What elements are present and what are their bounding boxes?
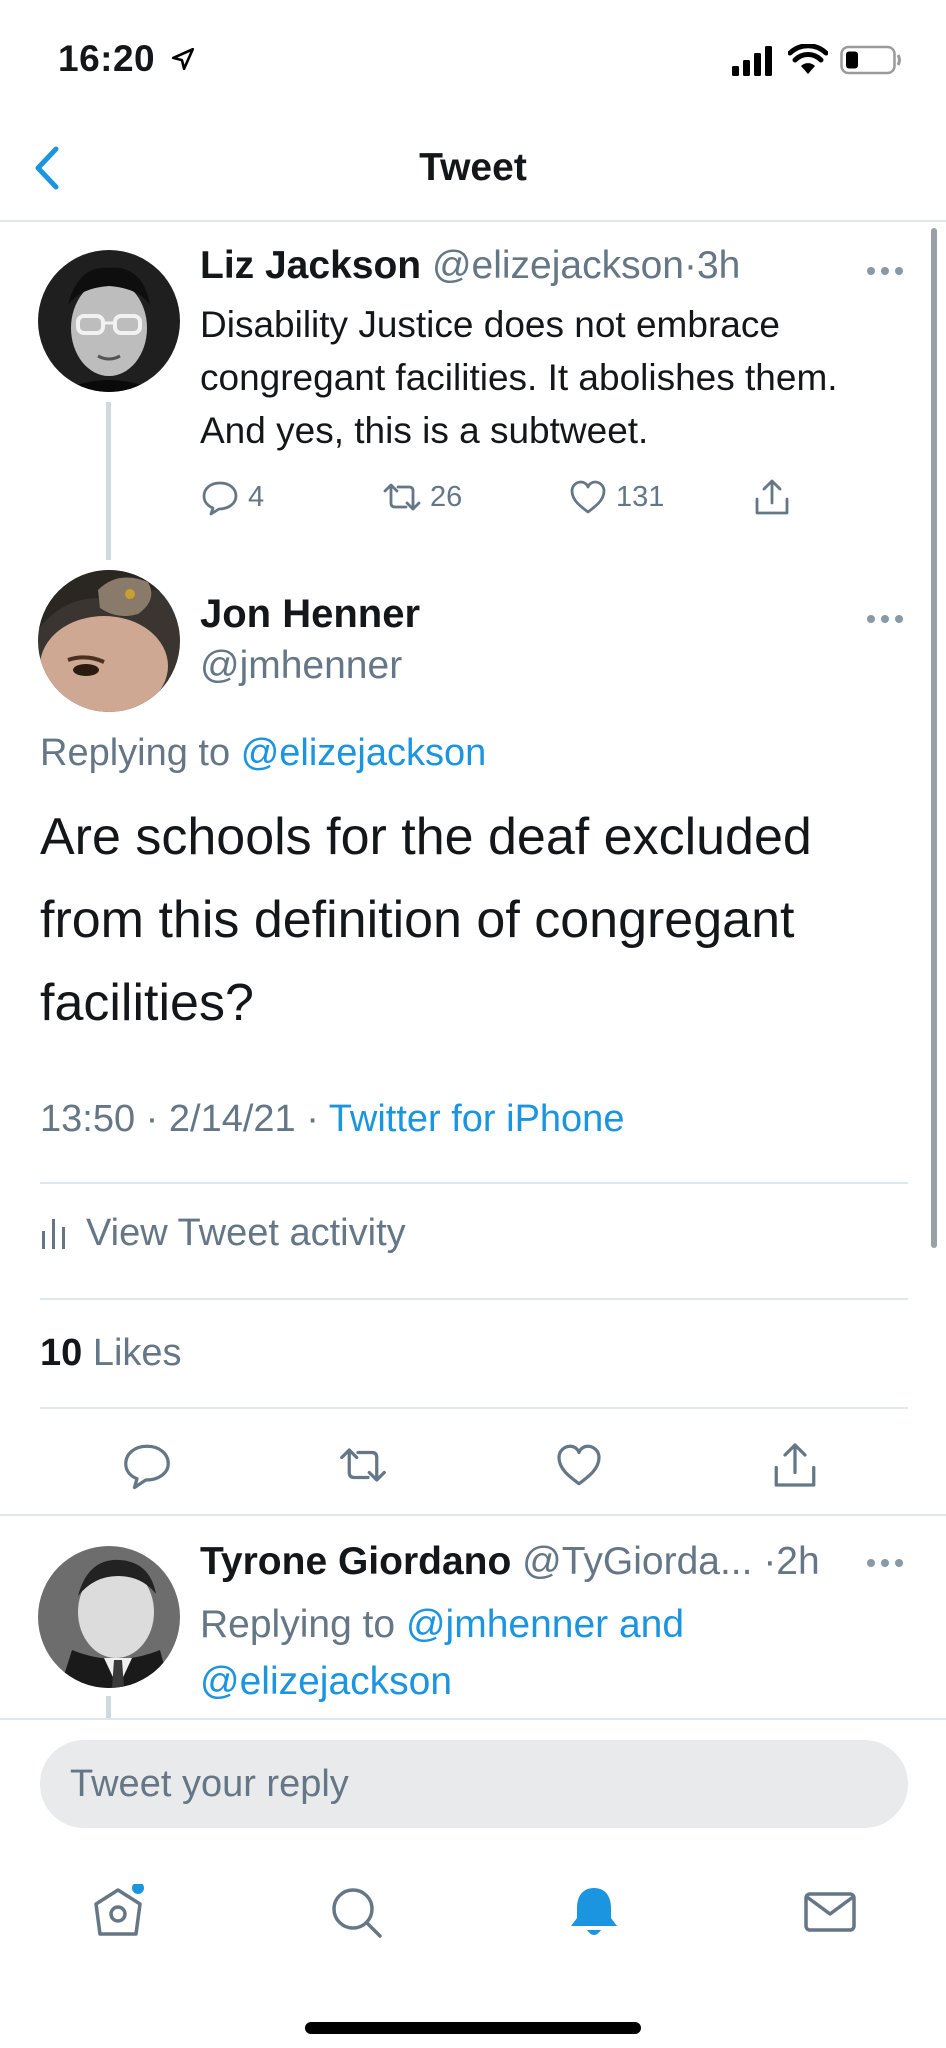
- likes-label: Likes: [92, 1332, 182, 1374]
- likes-summary[interactable]: 10 Likes: [40, 1332, 182, 1375]
- scroll-indicator[interactable]: [931, 228, 937, 1248]
- tweet-time: 3h: [696, 244, 741, 287]
- reply-icon: [202, 481, 238, 516]
- messages-icon[interactable]: [802, 1884, 858, 1940]
- divider: [40, 1407, 908, 1409]
- replying-to-link[interactable]: @elizejackson: [241, 732, 487, 774]
- divider: [40, 1298, 908, 1300]
- share-icon: [755, 479, 789, 515]
- thread-line: [106, 402, 111, 560]
- divider: [0, 1514, 946, 1516]
- more-options-icon[interactable]: [866, 612, 904, 626]
- share-button[interactable]: [752, 475, 800, 519]
- share-icon[interactable]: [770, 1440, 820, 1490]
- tweet-meta: 13:50 · 2/14/21 · Twitter for iPhone: [40, 1098, 624, 1141]
- home-icon[interactable]: [90, 1884, 146, 1940]
- author-handle[interactable]: @TyGiorda...: [522, 1540, 752, 1583]
- more-options-icon[interactable]: [866, 1556, 904, 1570]
- reply-input[interactable]: [40, 1740, 908, 1828]
- reply-count: 4: [248, 480, 265, 513]
- more-options-icon[interactable]: [866, 264, 904, 278]
- retweet-icon[interactable]: [338, 1440, 388, 1490]
- tweet-source-link[interactable]: Twitter for iPhone: [329, 1098, 625, 1140]
- replying-prefix: Replying to: [40, 732, 231, 774]
- like-count: 131: [616, 480, 665, 513]
- notifications-icon[interactable]: [566, 1884, 622, 1940]
- reply-button[interactable]: 4: [200, 475, 264, 519]
- page-title: Tweet: [419, 146, 527, 189]
- replying-to: Replying to @jmhenner and @elizejackson: [200, 1596, 880, 1710]
- tab-bar: [0, 1844, 946, 2048]
- tweet-time: 13:50: [40, 1098, 136, 1140]
- replying-prefix: Replying to: [200, 1603, 396, 1646]
- separator-dot: ·: [683, 244, 697, 287]
- status-bar: 16:20: [0, 0, 946, 110]
- like-button[interactable]: 131: [568, 475, 664, 519]
- nav-bar: Tweet: [0, 110, 946, 222]
- replying-to: Replying to @elizejackson: [40, 732, 486, 775]
- thread-line: [106, 1696, 111, 1718]
- reply-icon[interactable]: [122, 1440, 172, 1490]
- tweet-text: Are schools for the deaf excluded from t…: [40, 808, 812, 1032]
- reply-tweet-header: Tyrone Giordano @TyGiorda... ·2h: [200, 1540, 820, 1584]
- tweet-date: 2/14/21: [168, 1098, 296, 1140]
- likes-count: 10: [40, 1332, 83, 1374]
- heart-icon[interactable]: [554, 1440, 604, 1490]
- avatar-liz-jackson[interactable]: [38, 250, 180, 392]
- avatar-jon-henner[interactable]: [38, 570, 180, 712]
- battery-icon: [840, 45, 901, 75]
- activity-bars-icon: [42, 1218, 65, 1249]
- author-handle[interactable]: @jmhenner: [200, 644, 402, 688]
- reply-composer: [0, 1718, 946, 1844]
- activity-label: View Tweet activity: [86, 1212, 406, 1254]
- author-name[interactable]: Jon Henner: [200, 592, 420, 637]
- parent-tweet-text: Disability Justice does not embrace cong…: [200, 304, 838, 451]
- retweet-icon: [383, 483, 421, 511]
- location-arrow-icon: [171, 47, 195, 71]
- author-name[interactable]: Tyrone Giordano: [200, 1540, 511, 1583]
- heart-icon: [570, 480, 606, 514]
- meta-separator: ·: [145, 1098, 159, 1140]
- wifi-icon: [788, 44, 828, 74]
- parent-tweet-header: Liz Jackson @elizejackson·3h: [200, 244, 740, 288]
- home-indicator[interactable]: [305, 2022, 641, 2034]
- search-icon[interactable]: [328, 1884, 384, 1940]
- avatar-tyrone-giordano[interactable]: [38, 1546, 180, 1688]
- author-handle[interactable]: @elizejackson: [432, 244, 684, 287]
- retweet-count: 26: [430, 480, 463, 513]
- cellular-signal-icon: [732, 46, 772, 76]
- divider: [40, 1182, 908, 1184]
- view-tweet-activity[interactable]: View Tweet activity: [40, 1212, 406, 1255]
- meta-separator: ·: [306, 1098, 319, 1140]
- retweet-button[interactable]: 26: [382, 475, 462, 519]
- status-time: 16:20: [58, 38, 156, 79]
- tweet-time: ·2h: [763, 1540, 820, 1583]
- author-name[interactable]: Liz Jackson: [200, 244, 421, 287]
